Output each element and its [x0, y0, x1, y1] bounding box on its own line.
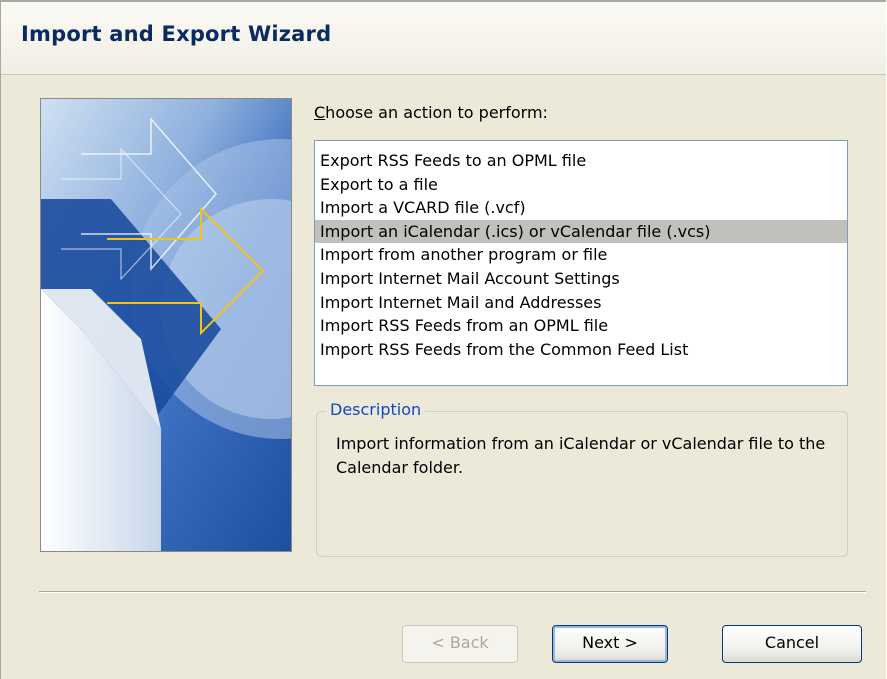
list-item-import-vcard[interactable]: Import a VCARD file (.vcf) [315, 196, 847, 220]
wizard-banner-image [40, 98, 292, 552]
footer-separator [39, 591, 866, 593]
prompt-accelerator: C [314, 103, 326, 122]
list-item-import-mail-account-settings[interactable]: Import Internet Mail Account Settings [315, 267, 847, 291]
description-text: Import information from an iCalendar or … [336, 434, 826, 477]
description-legend: Description [326, 400, 426, 419]
list-item-import-rss-opml[interactable]: Import RSS Feeds from an OPML file [315, 314, 847, 338]
back-button-label: < Back [431, 633, 489, 652]
back-button[interactable]: < Back [402, 625, 518, 663]
list-item-export-rss-opml[interactable]: Export RSS Feeds to an OPML file [315, 149, 847, 173]
next-button-label: Next > [582, 633, 638, 652]
import-export-wizard-window: Import and Export Wizard Choose an actio… [0, 0, 886, 679]
wizard-header: Import and Export Wizard [1, 2, 886, 75]
list-item-import-icalendar[interactable]: Import an iCalendar (.ics) or vCalendar … [315, 219, 847, 244]
window-title: Import and Export Wizard [21, 22, 332, 46]
list-item-import-from-program[interactable]: Import from another program or file [315, 243, 847, 267]
cancel-button-label: Cancel [764, 633, 820, 652]
next-button[interactable]: Next > [552, 625, 668, 663]
list-item-export-to-file[interactable]: Export to a file [315, 173, 847, 197]
list-item-import-mail-and-addresses[interactable]: Import Internet Mail and Addresses [315, 291, 847, 315]
description-groupbox: Description Import information from an i… [316, 400, 848, 557]
action-listbox[interactable]: Export RSS Feeds to an OPML file Export … [314, 140, 848, 386]
choose-action-label: Choose an action to perform: [314, 103, 548, 122]
cancel-button[interactable]: Cancel [722, 625, 862, 663]
list-item-import-rss-common-feed[interactable]: Import RSS Feeds from the Common Feed Li… [315, 338, 847, 362]
prompt-text: hoose an action to perform: [325, 103, 548, 122]
